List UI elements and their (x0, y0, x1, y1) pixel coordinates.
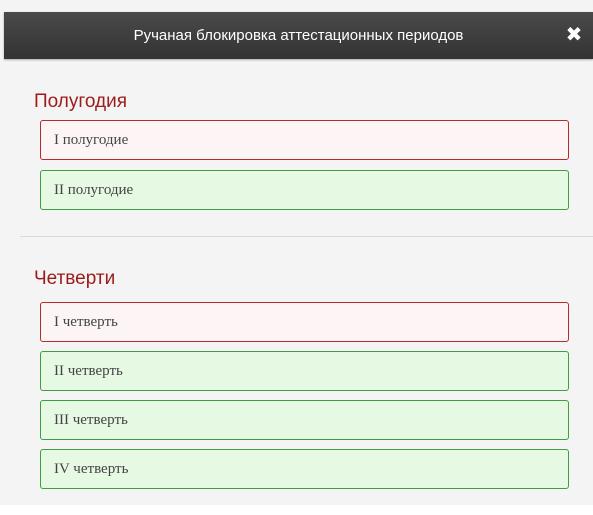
halfyear-item-1[interactable]: I полугодие (40, 120, 569, 160)
quarter-item-2[interactable]: II четверть (40, 351, 569, 391)
quarters-section-title: Четверти (34, 268, 116, 289)
dialog-bottom-edge (0, 505, 593, 515)
halfyears-section-title: Полугодия (34, 91, 128, 112)
quarter-item-1[interactable]: I четверть (40, 302, 569, 342)
dialog-header: Ручаная блокировка аттестационных период… (4, 12, 593, 59)
halfyear-item-2[interactable]: II полугодие (40, 170, 569, 210)
dialog-title: Ручаная блокировка аттестационных период… (133, 27, 464, 44)
quarter-item-3[interactable]: III четверть (40, 400, 569, 440)
close-icon[interactable]: ✖ (563, 24, 585, 46)
quarter-item-4[interactable]: IV четверть (40, 449, 569, 489)
lock-periods-dialog: Ручаная блокировка аттестационных период… (0, 0, 593, 515)
section-divider (20, 236, 593, 237)
